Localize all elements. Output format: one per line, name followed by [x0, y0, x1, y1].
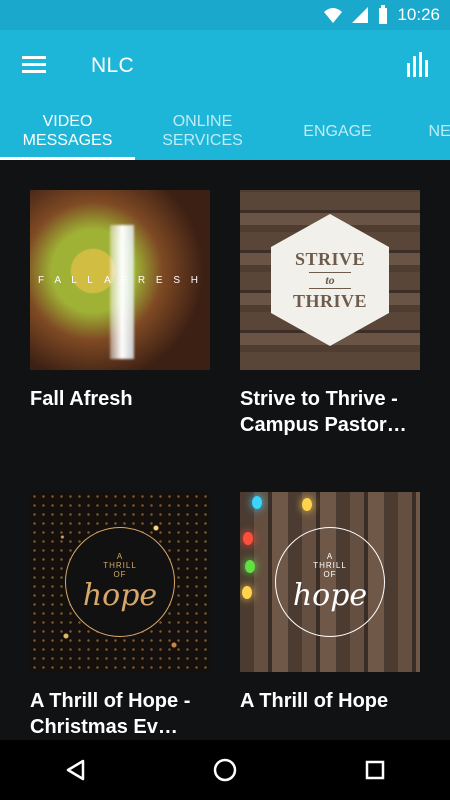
video-card-strive-to-thrive[interactable]: STRIVE to THRIVE Strive to Thrive - Camp… [240, 190, 422, 438]
status-icons: 10:26 [323, 0, 440, 30]
christmas-light-icon [302, 498, 312, 511]
tab-engage[interactable]: Engage [270, 102, 405, 160]
video-title: A Thrill of Hope [240, 690, 389, 712]
wifi-icon [324, 8, 343, 23]
video-title: Fall Afresh [30, 388, 133, 410]
signal-icon [352, 7, 369, 23]
tab-online-services[interactable]: Online Services [135, 102, 270, 160]
video-card-thrill-of-hope-christmas-eve[interactable]: A THRILL of hope A Thrill of Hope - Chri… [30, 492, 212, 740]
bar-chart-icon[interactable] [406, 50, 432, 78]
back-button[interactable] [48, 748, 102, 792]
strive-to-thrive-thumbnail: STRIVE to THRIVE [240, 190, 420, 370]
battery-icon [379, 5, 388, 24]
system-navigation-bar [0, 740, 450, 800]
home-icon [213, 758, 237, 782]
thrill-of-hope-logo: A THRILL of hope [65, 527, 175, 637]
video-card-thrill-of-hope[interactable]: A THRILL of hope A Thrill of Hope [240, 492, 422, 714]
recents-button[interactable] [348, 748, 402, 792]
app-title: NLC [91, 54, 134, 77]
waterfall-image [110, 225, 134, 359]
menu-icon[interactable] [22, 54, 48, 76]
hexagon-logo: STRIVE to THRIVE [271, 214, 389, 346]
tab-next[interactable]: Nex [405, 102, 450, 160]
thumbnail-title: F A L LA F R E S H [38, 275, 202, 286]
christmas-light-icon [242, 586, 252, 599]
video-title: A Thrill of Hope - Christmas Ev… [30, 690, 191, 738]
thrill-of-hope-logo: A THRILL of hope [275, 527, 385, 637]
back-icon [66, 759, 85, 781]
thrill-of-hope-glitter-thumbnail: A THRILL of hope [30, 492, 210, 672]
app-bar: NLC [0, 30, 450, 102]
christmas-light-icon [243, 532, 253, 545]
video-messages-grid: F A L LA F R E S H Fall Afresh STRIVE to… [0, 160, 450, 740]
status-time: 10:26 [397, 5, 440, 24]
fall-afresh-thumbnail: F A L LA F R E S H [30, 190, 210, 370]
home-button[interactable] [198, 748, 252, 792]
tab-bar: Video Messages Online Services Engage Ne… [0, 102, 450, 160]
video-card-fall-afresh[interactable]: F A L LA F R E S H Fall Afresh [30, 190, 212, 412]
recents-icon [365, 760, 385, 780]
christmas-light-icon [252, 496, 262, 509]
thrill-of-hope-lights-thumbnail: A THRILL of hope [240, 492, 420, 672]
tab-video-messages[interactable]: Video Messages [0, 102, 135, 160]
christmas-light-icon [245, 560, 255, 573]
status-bar: 10:26 [0, 0, 450, 30]
video-title: Strive to Thrive - Campus Pastor… [240, 388, 407, 436]
